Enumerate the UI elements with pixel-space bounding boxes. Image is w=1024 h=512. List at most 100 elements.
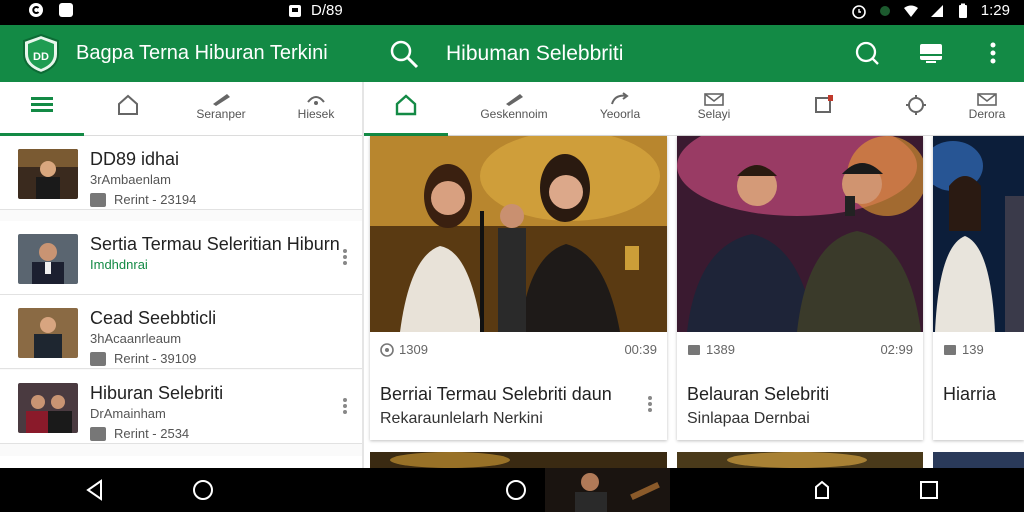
list-item[interactable]: Hiburan Selebriti DrAmainham Rerint - 25… (0, 370, 362, 444)
news-list: DD89 idhai 3rAmbaenlam Rerint - 23194 Se… (0, 136, 362, 468)
video-card[interactable]: 1389 02:99 Belauran Selebriti Sinlapaa D… (677, 136, 923, 440)
tab-selayi[interactable]: Selayi (672, 82, 756, 136)
video-icon (90, 426, 106, 441)
list-thumbnail (18, 149, 78, 199)
tab-flag[interactable] (782, 82, 866, 136)
vpn-icon (879, 5, 890, 16)
home-circle-icon[interactable] (504, 478, 528, 502)
list-item-meta: Rerint - 2534 (90, 426, 189, 441)
card-image (677, 136, 923, 332)
list-item-subtitle: 3hAcaanrleaum (90, 331, 182, 346)
list-item-meta-text: Rerint - 39109 (114, 351, 197, 366)
tab-yeoorla[interactable]: Yeoorla (578, 82, 662, 136)
mail-icon (704, 93, 724, 106)
section-title: Hibuman Selebbriti (446, 42, 624, 65)
card-duration: 02:99 (880, 342, 913, 357)
list-item[interactable]: Sertia Termau Seleritian Hiburn Imdhdnra… (0, 221, 362, 295)
settings-icon (906, 95, 926, 115)
list-item-meta: Rerint - 23194 (90, 192, 196, 207)
tab-label: Geskennoim (480, 107, 548, 121)
card-subtitle: Rekaraunlelarh Nerkini (380, 410, 543, 427)
more-vert-icon[interactable] (342, 396, 348, 416)
wifi-icon (903, 5, 918, 17)
home-circle-icon[interactable] (810, 478, 834, 502)
tab-seranper[interactable]: Seranper (176, 82, 266, 136)
back-icon[interactable] (83, 478, 107, 502)
card-title: Belauran Selebriti (687, 384, 830, 404)
tab-label: Seranper (196, 107, 246, 121)
app-c-icon (29, 3, 43, 17)
list-item-subtitle: DrAmainham (90, 406, 166, 421)
notifications-icon[interactable] (852, 38, 882, 68)
tab-hiesek[interactable]: Hiesek (270, 82, 362, 136)
list-item-title: Cead Seebbticli (90, 308, 217, 328)
recents-icon[interactable] (917, 478, 941, 502)
card-title: Berriai Termau Selebriti daun (380, 384, 612, 404)
cast-icon[interactable] (916, 38, 946, 68)
menu-icon (31, 97, 53, 112)
video-card[interactable]: 139 Hiarria (933, 136, 1024, 440)
status-bar: D/89 1:29 (0, 0, 1024, 25)
card-meta: 139 (943, 342, 1014, 360)
notification-icon (289, 4, 301, 17)
signal-icon (930, 4, 943, 17)
card-peek-image (677, 452, 923, 468)
card-views: 1309 (399, 342, 428, 357)
list-item-meta-text: Rerint - 23194 (114, 192, 197, 207)
shield-logo-icon[interactable]: DD (22, 34, 60, 74)
list-item-subtitle: 3rAmbaenlam (90, 172, 171, 187)
list-thumbnail (18, 383, 78, 433)
right-tab-bar: Geskennoim Yeoorla Selayi Derora (364, 82, 1024, 136)
alarm-icon (851, 4, 866, 19)
mail-icon (977, 93, 997, 106)
edit-icon (213, 94, 230, 106)
tab-home-right[interactable] (364, 82, 448, 136)
tab-menu[interactable] (0, 82, 84, 136)
tab-geskennoim[interactable]: Geskennoim (472, 82, 556, 136)
system-nav-bar (0, 468, 1024, 512)
more-vert-icon[interactable] (978, 38, 1008, 68)
home-icon (118, 94, 138, 115)
card-image (933, 136, 1024, 332)
more-vert-icon[interactable] (342, 247, 348, 267)
card-meta: 1309 00:39 (380, 342, 657, 360)
share-icon (611, 92, 629, 105)
tab-home[interactable] (84, 82, 172, 136)
card-title: Hiarria (943, 384, 997, 404)
home-circle-icon[interactable] (191, 478, 215, 502)
tab-derora[interactable]: Derora (950, 82, 1024, 136)
flag-icon (815, 95, 833, 113)
list-item-title: DD89 idhai (90, 149, 180, 169)
wifi-icon (307, 96, 325, 105)
card-image (370, 136, 667, 332)
card-views: 1389 (706, 342, 735, 357)
right-app-bar: Hibuman Selebbriti (362, 25, 1024, 82)
list-item-title: Hiburan Selebriti (90, 383, 224, 403)
tab-settings[interactable] (874, 82, 958, 136)
card-subtitle: Sinlapaa Dernbai (687, 410, 810, 427)
app-title: Bagpa Terna Hiburan Terkini (76, 42, 328, 64)
svg-text:DD: DD (33, 51, 49, 63)
more-vert-icon[interactable] (647, 395, 653, 413)
tab-label: Derora (968, 107, 1006, 121)
video-icon (688, 344, 700, 355)
tab-label: Yeoorla (599, 107, 641, 121)
video-card[interactable]: 1309 00:39 Berriai Termau Selebriti daun… (370, 136, 667, 440)
app-square-icon (59, 3, 73, 17)
list-item-meta: Rerint - 39109 (90, 351, 196, 366)
list-item-partial[interactable] (0, 456, 362, 468)
list-thumbnail (18, 308, 78, 358)
left-tab-bar: Seranper Hiesek (0, 82, 362, 136)
search-icon[interactable] (388, 38, 420, 70)
status-time: 1:29 (980, 2, 1010, 19)
video-icon (90, 351, 106, 366)
status-center-text: D/89 (311, 2, 343, 19)
card-duration: 00:39 (624, 342, 657, 357)
list-item[interactable]: DD89 idhai 3rAmbaenlam Rerint - 23194 (0, 136, 362, 210)
list-item[interactable]: Cead Seebbticli 3hAcaanrleaum Rerint - 3… (0, 295, 362, 369)
list-item-meta-text: Rerint - 2534 (114, 426, 190, 441)
list-item-title: Sertia Termau Seleritian Hiburn (90, 234, 340, 254)
card-meta: 1389 02:99 (687, 342, 913, 360)
card-peek-image (370, 452, 667, 468)
nav-overlay-image (545, 468, 670, 512)
